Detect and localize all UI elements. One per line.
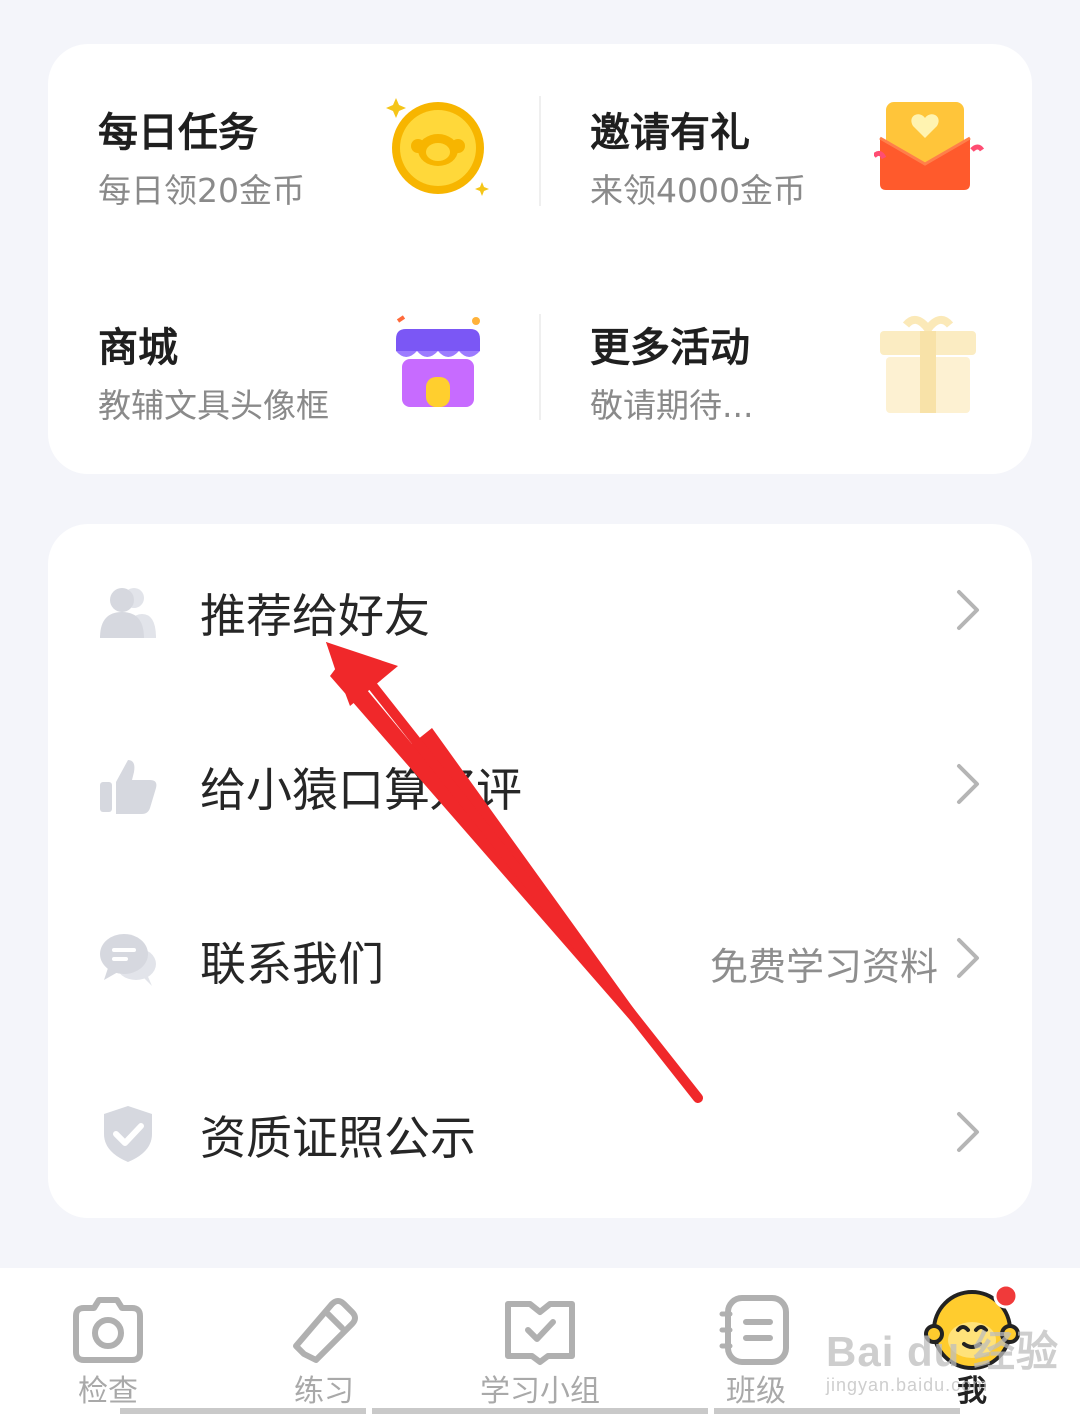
tab-underline: [714, 1408, 960, 1414]
class-list-icon: [719, 1295, 789, 1365]
menu-item-rate[interactable]: 给小猿口算好评: [48, 698, 1032, 872]
tile-daily-task[interactable]: 每日任务 每日领20金币: [48, 44, 540, 259]
tile-shop[interactable]: 商城 教辅文具头像框: [48, 259, 540, 474]
menu-item-label: 给小猿口算好评: [200, 763, 522, 817]
shop-icon: [396, 315, 480, 407]
chat-bubble-icon: [100, 934, 156, 986]
envelope-heart-icon: [874, 102, 984, 190]
thumbs-up-icon: [100, 760, 157, 814]
gift-icon: [880, 315, 976, 413]
menu-item-recommend[interactable]: 推荐给好友: [48, 524, 1032, 698]
tile-subtitle: 教辅文具头像框: [98, 386, 329, 425]
baidu-jingyan-watermark: Bai du 经验 jingyan.baidu.com: [826, 1318, 1059, 1396]
tile-title: 邀请有礼: [590, 110, 750, 156]
users-icon: [100, 588, 156, 638]
tab-underline: [120, 1408, 366, 1414]
camera-icon: [73, 1297, 143, 1363]
watermark-main: Bai du 经验: [826, 1328, 1060, 1375]
coin-icon: [386, 98, 489, 196]
tile-title: 每日任务: [98, 110, 258, 156]
tile-invite[interactable]: 邀请有礼 来领4000金币: [540, 44, 1032, 259]
activity-card: 每日任务 每日领20金币 邀请有礼 来领4000金币 商城 教辅文具头像框 更多…: [48, 44, 1032, 474]
tile-subtitle: 敬请期待...: [590, 386, 754, 425]
menu-item-label: 推荐给好友: [200, 589, 430, 643]
tab-practice[interactable]: 练习: [216, 1268, 432, 1414]
shield-check-icon: [104, 1106, 152, 1162]
chevron-right-icon: [957, 938, 979, 978]
settings-menu-card: 推荐给好友 给小猿口算好评 联系我们 免费学习资料 资质证照公示: [48, 524, 1032, 1218]
chevron-right-icon: [957, 764, 979, 804]
tile-subtitle: 来领4000金币: [590, 171, 806, 210]
menu-item-qualifications[interactable]: 资质证照公示: [48, 1046, 1032, 1220]
notification-dot: [993, 1283, 1019, 1309]
tile-title: 更多活动: [590, 325, 750, 371]
chevron-right-icon: [957, 590, 979, 630]
menu-item-contact[interactable]: 联系我们 免费学习资料: [48, 872, 1032, 1046]
tab-label: 学习小组: [480, 1374, 600, 1409]
pencil-icon: [293, 1298, 358, 1363]
book-check-icon: [505, 1301, 575, 1365]
tab-check[interactable]: 检查: [0, 1268, 216, 1414]
menu-item-label: 联系我们: [200, 937, 384, 991]
tab-underline: [372, 1408, 708, 1414]
tab-label: 练习: [294, 1374, 354, 1409]
tab-label: 检查: [78, 1374, 138, 1409]
menu-item-label: 资质证照公示: [200, 1111, 476, 1165]
tile-title: 商城: [98, 325, 178, 371]
chevron-right-icon: [957, 1112, 979, 1152]
tab-study-group[interactable]: 学习小组: [432, 1268, 648, 1414]
menu-item-extra: 免费学习资料: [709, 945, 938, 989]
tile-more-activities[interactable]: 更多活动 敬请期待...: [540, 259, 1032, 474]
tile-subtitle: 每日领20金币: [98, 171, 305, 210]
